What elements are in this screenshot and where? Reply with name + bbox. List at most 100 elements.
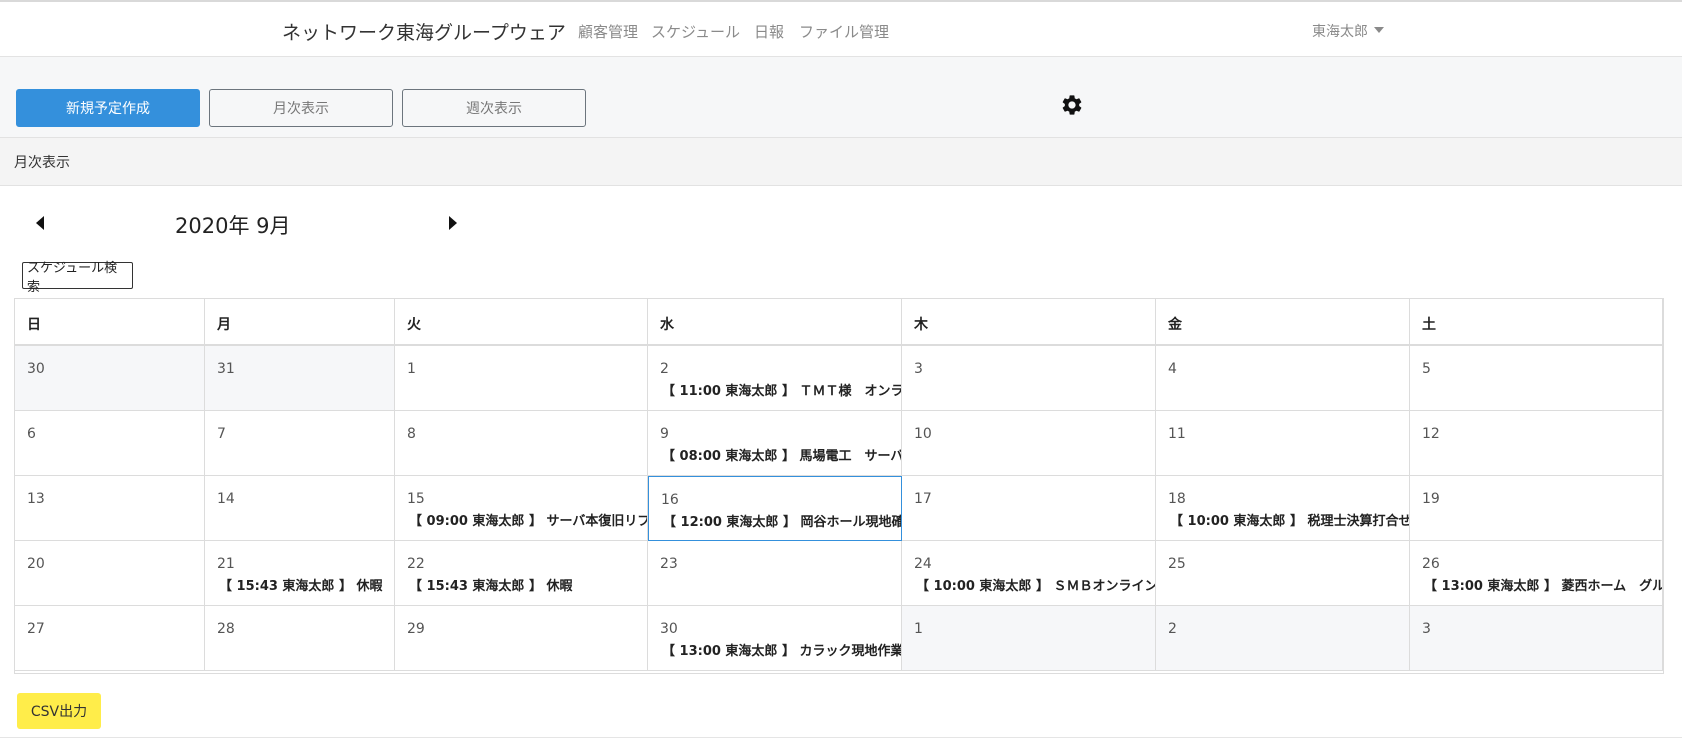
schedule-event[interactable]: 【 09:00 東海太郎 】 サーバ本復旧リプレ — [409, 510, 647, 529]
caret-down-icon — [1374, 27, 1384, 33]
calendar-day-cell[interactable]: 31 — [205, 346, 395, 411]
day-number: 8 — [407, 426, 416, 442]
calendar-day-cell[interactable]: 7 — [205, 411, 395, 476]
calendar-day-cell[interactable]: 30 【 13:00 東海太郎 】 カラック現地作業 — [648, 606, 902, 671]
schedule-search-button[interactable]: スケジュール検索 — [22, 261, 133, 295]
schedule-event[interactable]: 【 12:00 東海太郎 】 岡谷ホール現地確認 — [663, 511, 901, 530]
section-header: 月次表示 — [0, 137, 1682, 186]
day-number: 9 — [660, 426, 669, 442]
calendar-day-cell[interactable]: 4 — [1156, 346, 1410, 411]
day-number: 29 — [407, 621, 425, 637]
day-number: 10 — [914, 426, 932, 442]
day-number: 6 — [27, 426, 36, 442]
prev-month-icon[interactable] — [36, 216, 44, 230]
schedule-event[interactable]: 【 11:00 東海太郎 】 ＴＭＴ様 オンライ — [662, 380, 901, 399]
next-month-icon[interactable] — [449, 216, 457, 230]
weekly-view-button[interactable]: 週次表示 — [402, 89, 586, 127]
day-number: 22 — [407, 556, 425, 572]
new-schedule-button[interactable]: 新規予定作成 — [16, 89, 200, 127]
schedule-event[interactable]: 【 10:00 東海太郎 】 税理士決算打合せ — [1170, 510, 1409, 529]
nav-customers[interactable]: 顧客管理 — [578, 21, 638, 42]
day-number: 19 — [1422, 491, 1440, 507]
day-number: 7 — [217, 426, 226, 442]
day-number: 16 — [661, 492, 679, 508]
weekday-label: 土 — [1422, 317, 1436, 333]
schedule-event[interactable]: 【 15:43 東海太郎 】 休暇 — [219, 575, 382, 594]
navbar: ネットワーク東海グループウェア 顧客管理 スケジュール 日報 ファイル管理 東海… — [0, 2, 1682, 57]
day-number: 2 — [1168, 621, 1177, 637]
weekday-header: 土 — [1410, 299, 1663, 346]
calendar-day-cell[interactable]: 13 — [15, 476, 205, 541]
schedule-event[interactable]: 【 13:00 東海太郎 】 菱西ホーム グルー — [1424, 575, 1662, 594]
weekday-label: 日 — [27, 317, 41, 333]
weekday-label: 木 — [914, 317, 928, 333]
schedule-event[interactable]: 【 08:00 東海太郎 】 馬場電工 サーバ障 — [662, 445, 901, 464]
calendar-day-cell[interactable]: 15 【 09:00 東海太郎 】 サーバ本復旧リプレ — [395, 476, 648, 541]
nav-file-management[interactable]: ファイル管理 — [799, 21, 889, 42]
day-number: 18 — [1168, 491, 1186, 507]
calendar-day-cell[interactable]: 1 — [902, 606, 1156, 671]
calendar-grid: 日月火水木金土 30 31 1 2 【 11:00 東海太郎 】 ＴＭＴ様 オンライ 3 4 5… — [14, 298, 1664, 674]
calendar-day-cell[interactable]: 8 — [395, 411, 648, 476]
weekday-header: 水 — [648, 299, 902, 346]
day-number: 15 — [407, 491, 425, 507]
day-number: 11 — [1168, 426, 1186, 442]
calendar-day-cell[interactable]: 12 — [1410, 411, 1663, 476]
calendar-day-cell[interactable]: 9 【 08:00 東海太郎 】 馬場電工 サーバ障 — [648, 411, 902, 476]
calendar-day-cell[interactable]: 14 — [205, 476, 395, 541]
monthly-view-button[interactable]: 月次表示 — [209, 89, 393, 127]
day-number: 30 — [27, 361, 45, 377]
calendar-day-cell[interactable]: 5 — [1410, 346, 1663, 411]
calendar-day-cell[interactable]: 22 【 15:43 東海太郎 】 休暇 — [395, 541, 648, 606]
calendar-day-cell[interactable]: 27 — [15, 606, 205, 671]
schedule-event[interactable]: 【 10:00 東海太郎 】 ＳＭＢオンライン会 — [916, 575, 1155, 594]
calendar-day-cell[interactable]: 6 — [15, 411, 205, 476]
schedule-event[interactable]: 【 15:43 東海太郎 】 休暇 — [409, 575, 572, 594]
calendar-day-cell[interactable]: 10 — [902, 411, 1156, 476]
calendar-day-cell[interactable]: 23 — [648, 541, 902, 606]
day-number: 3 — [1422, 621, 1431, 637]
calendar-day-cell[interactable]: 26 【 13:00 東海太郎 】 菱西ホーム グルー — [1410, 541, 1663, 606]
nav-schedule[interactable]: スケジュール — [651, 21, 740, 42]
weekday-header: 木 — [902, 299, 1156, 346]
weekday-label: 水 — [660, 317, 674, 333]
day-number: 12 — [1422, 426, 1440, 442]
calendar-day-cell[interactable]: 16 【 12:00 東海太郎 】 岡谷ホール現地確認 — [648, 476, 902, 541]
day-number: 26 — [1422, 556, 1440, 572]
gear-icon[interactable] — [1060, 93, 1084, 117]
calendar-day-cell[interactable]: 28 — [205, 606, 395, 671]
day-number: 14 — [217, 491, 235, 507]
day-number: 23 — [660, 556, 678, 572]
calendar-day-cell[interactable]: 24 【 10:00 東海太郎 】 ＳＭＢオンライン会 — [902, 541, 1156, 606]
calendar-day-cell[interactable]: 20 — [15, 541, 205, 606]
calendar-day-cell[interactable]: 2 【 11:00 東海太郎 】 ＴＭＴ様 オンライ — [648, 346, 902, 411]
day-number: 13 — [27, 491, 45, 507]
schedule-event[interactable]: 【 13:00 東海太郎 】 カラック現地作業 — [662, 640, 901, 659]
calendar-day-cell[interactable]: 3 — [1410, 606, 1663, 671]
month-title: 2020年 9月 — [175, 214, 291, 238]
toolbar: 新規予定作成 月次表示 週次表示 — [0, 57, 1682, 137]
nav-daily-report[interactable]: 日報 — [754, 21, 784, 42]
calendar-day-cell[interactable]: 2 — [1156, 606, 1410, 671]
calendar-day-cell[interactable]: 3 — [902, 346, 1156, 411]
user-menu[interactable]: 東海太郎 — [1312, 21, 1384, 41]
calendar-day-cell[interactable]: 30 — [15, 346, 205, 411]
calendar-day-cell[interactable]: 1 — [395, 346, 648, 411]
calendar-day-cell[interactable]: 18 【 10:00 東海太郎 】 税理士決算打合せ — [1156, 476, 1410, 541]
calendar-day-cell[interactable]: 17 — [902, 476, 1156, 541]
csv-export-button[interactable]: CSV出力 — [17, 693, 101, 729]
day-number: 1 — [914, 621, 923, 637]
calendar-day-cell[interactable]: 25 — [1156, 541, 1410, 606]
day-number: 27 — [27, 621, 45, 637]
day-number: 21 — [217, 556, 235, 572]
calendar-day-cell[interactable]: 11 — [1156, 411, 1410, 476]
weekday-header: 金 — [1156, 299, 1410, 346]
calendar-day-cell[interactable]: 19 — [1410, 476, 1663, 541]
brand-title[interactable]: ネットワーク東海グループウェア — [282, 18, 566, 45]
weekday-label: 月 — [217, 317, 231, 333]
day-number: 4 — [1168, 361, 1177, 377]
calendar-day-cell[interactable]: 29 — [395, 606, 648, 671]
day-number: 24 — [914, 556, 932, 572]
day-number: 3 — [914, 361, 923, 377]
calendar-day-cell[interactable]: 21 【 15:43 東海太郎 】 休暇 — [205, 541, 395, 606]
